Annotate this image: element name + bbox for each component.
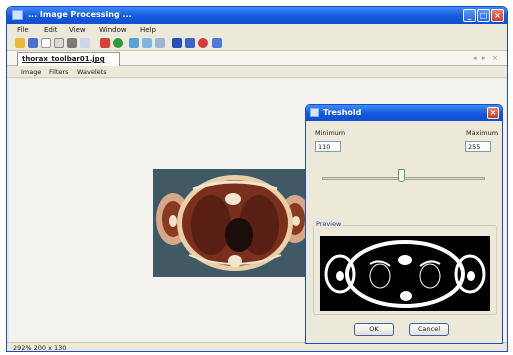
tab-prev-icon[interactable]: ◂ [473, 54, 477, 62]
threshold-dialog: Treshold × Minimum Maximum 110 255 Previ… [305, 104, 503, 344]
copy-icon[interactable] [54, 38, 64, 48]
tab-filters[interactable]: Filters [49, 68, 68, 76]
window-title: ... Image Processing ... [28, 10, 132, 19]
title-bar[interactable]: ... Image Processing ... _ □ × [7, 7, 507, 24]
tab-close-icon[interactable]: × [492, 54, 498, 62]
menu-help[interactable]: Help [140, 26, 156, 34]
maximum-label: Maximum [466, 129, 499, 137]
menu-file[interactable]: File [17, 26, 29, 34]
threshold-preview [320, 236, 490, 311]
tab-next-icon[interactable]: ▸ [482, 54, 486, 62]
export-icon[interactable] [80, 38, 90, 48]
tab-wavelets[interactable]: Wavelets [77, 68, 107, 76]
zoom-in-icon[interactable] [129, 38, 139, 48]
dialog-title-bar[interactable]: Treshold × [306, 105, 502, 121]
window-icon[interactable] [185, 38, 195, 48]
help-icon[interactable] [212, 38, 222, 48]
menu-window[interactable]: Window [99, 26, 127, 34]
refresh-icon[interactable] [113, 38, 123, 48]
dialog-title: Treshold [323, 108, 362, 117]
dialog-close-button[interactable]: × [487, 107, 499, 119]
minimum-label: Minimum [315, 129, 346, 137]
app-icon [12, 10, 23, 20]
menu-view[interactable]: View [69, 26, 86, 34]
toolbar [7, 36, 507, 51]
status-text: 292% 200 x 130 [13, 344, 67, 352]
menu-bar: File Edit View Window Help [7, 24, 507, 36]
ok-button[interactable]: OK [354, 323, 394, 336]
cut-icon[interactable] [100, 38, 110, 48]
new-icon[interactable] [41, 38, 51, 48]
tab-document[interactable]: thorax_toolbar01.jpg [17, 52, 120, 66]
close-button[interactable]: × [491, 9, 504, 22]
document-tabs: thorax_toolbar01.jpg ◂ ▸ × [7, 51, 507, 66]
preview-label: Preview [314, 220, 344, 228]
tab-image[interactable]: Image [21, 68, 41, 76]
fit-icon[interactable] [172, 38, 182, 48]
maximize-button[interactable]: □ [477, 9, 490, 22]
settings-icon[interactable] [198, 38, 208, 48]
threshold-slider-thumb[interactable] [398, 169, 406, 182]
rotate-icon[interactable] [155, 38, 165, 48]
ct-thorax-image [153, 169, 313, 277]
function-tabs: Image Filters Wavelets [7, 66, 507, 78]
zoom-out-icon[interactable] [142, 38, 152, 48]
save-icon[interactable] [28, 38, 38, 48]
minimum-field[interactable]: 110 [315, 141, 341, 152]
print-icon[interactable] [67, 38, 77, 48]
dialog-app-icon [310, 108, 319, 117]
menu-edit[interactable]: Edit [44, 26, 58, 34]
minimize-button[interactable]: _ [463, 9, 476, 22]
cancel-button[interactable]: Cancel [409, 323, 449, 336]
maximum-field[interactable]: 255 [465, 141, 491, 152]
open-icon[interactable] [15, 38, 25, 48]
